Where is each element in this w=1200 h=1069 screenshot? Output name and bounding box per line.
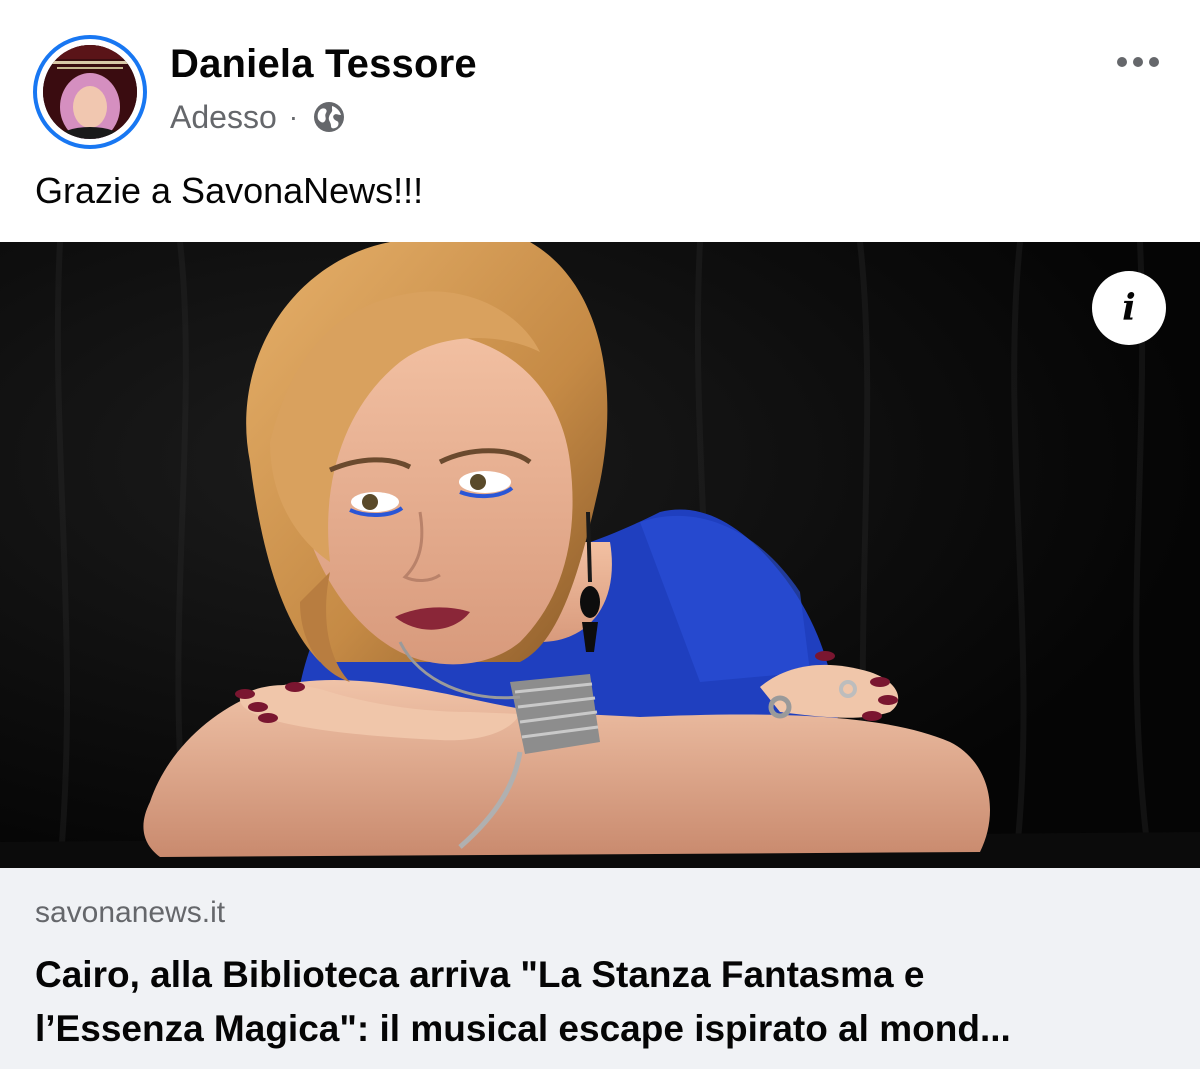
post-header: Daniela Tessore Adesso · (0, 0, 1200, 160)
link-title-line-1: Cairo, alla Biblioteca arriva "La Stanza… (35, 954, 925, 995)
ad-info-button[interactable]: i (1092, 271, 1166, 345)
link-preview[interactable]: savonanews.it Cairo, alla Biblioteca arr… (0, 868, 1200, 1069)
link-title[interactable]: Cairo, alla Biblioteca arriva "La Stanza… (35, 948, 1175, 1056)
post-meta: Adesso · (170, 97, 346, 137)
link-domain: savonanews.it (35, 896, 226, 929)
post-timestamp[interactable]: Adesso (170, 99, 277, 136)
more-options-button[interactable] (1104, 44, 1172, 80)
link-title-line-2: l’Essenza Magica": il musical escape isp… (35, 1008, 1011, 1049)
portrait-photo (0, 242, 1200, 868)
post-text: Grazie a SavonaNews!!! (35, 170, 424, 211)
post-photo[interactable] (0, 242, 1200, 868)
meta-separator: · (288, 101, 299, 132)
avatar-image (43, 45, 137, 139)
globe-icon[interactable] (312, 100, 346, 134)
more-horizontal-icon (1117, 57, 1159, 67)
facebook-post: Daniela Tessore Adesso · Grazie a Savona… (0, 0, 1200, 1069)
author-name[interactable]: Daniela Tessore (170, 42, 477, 87)
author-avatar[interactable] (33, 35, 147, 149)
info-icon: i (1122, 287, 1136, 329)
